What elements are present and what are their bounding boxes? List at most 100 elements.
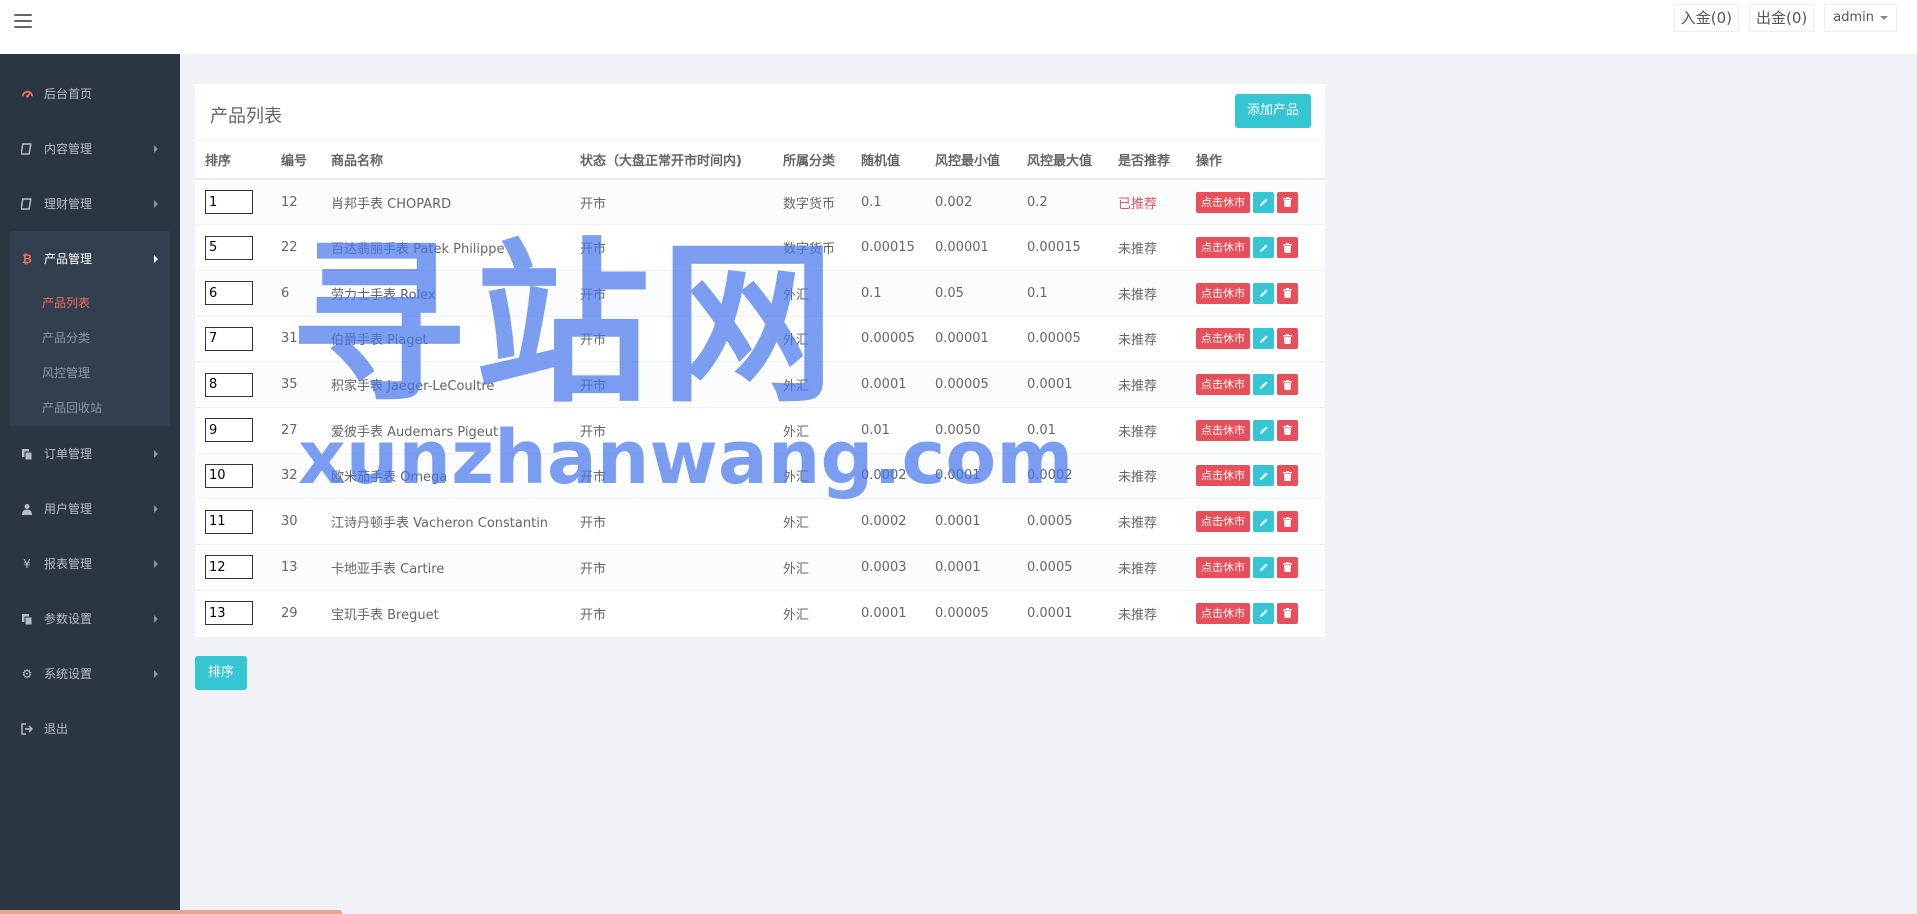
user-menu-button[interactable]: admin	[1824, 4, 1897, 32]
trash-icon[interactable]	[1277, 556, 1298, 578]
deposit-button[interactable]: 入金(0)	[1673, 4, 1740, 32]
withdraw-button[interactable]: 出金(0)	[1749, 4, 1815, 32]
close-market-button[interactable]: 点击休市	[1196, 282, 1250, 304]
risk-max-cell: 0.0002	[1017, 452, 1108, 499]
table-row: 6劳力士手表 Rolex开市外汇0.10.050.1未推荐点击休市	[195, 269, 1325, 317]
sidebar-subitem-product-list[interactable]: 产品列表	[10, 286, 170, 321]
category-cell: 数字货币	[773, 224, 851, 271]
sidebar: 后台首页 内容管理 理财管理 ₿ 产品管理 产品列表 产品分类 风控管理 产品回…	[0, 54, 180, 914]
sidebar-item-label: 参数设置	[44, 612, 93, 626]
trash-icon[interactable]	[1277, 602, 1298, 624]
trash-icon[interactable]	[1277, 282, 1298, 304]
sidebar-item-reports[interactable]: ¥ 报表管理	[0, 536, 180, 591]
dashboard-icon	[20, 87, 34, 101]
table-header-row: 排序 编号 商品名称 状态（大盘正常开市时间内) 所属分类 随机值 风控最小值 …	[195, 141, 1325, 180]
status-cell: 开市	[570, 452, 773, 499]
edit-icon[interactable]	[1253, 237, 1274, 259]
category-cell: 外汇	[773, 452, 851, 499]
bitcoin-icon: ₿	[22, 251, 32, 266]
edit-icon[interactable]	[1253, 419, 1274, 441]
table-row: 12肖邦手表 CHOPARD开市数字货币0.10.0020.2已推荐点击休市	[195, 178, 1325, 225]
trash-icon[interactable]	[1277, 374, 1298, 396]
product-name-cell: 伯爵手表 Piaget	[321, 315, 570, 362]
status-cell: 开市	[570, 406, 773, 454]
sort-order-input[interactable]	[205, 372, 253, 397]
sidebar-item-label: 内容管理	[44, 142, 93, 156]
sidebar-item-dashboard[interactable]: 后台首页	[0, 66, 180, 121]
trash-icon[interactable]	[1277, 419, 1298, 441]
close-market-button[interactable]: 点击休市	[1196, 465, 1250, 487]
actions-cell: 点击休市	[1186, 178, 1325, 225]
edit-icon[interactable]	[1253, 465, 1274, 487]
trash-icon[interactable]	[1277, 465, 1298, 487]
sidebar-subitem-product-category[interactable]: 产品分类	[10, 321, 170, 356]
sidebar-item-logout[interactable]: 退出	[0, 701, 180, 756]
sort-order-input[interactable]	[205, 601, 253, 626]
random-value-cell: 0.0002	[851, 452, 925, 499]
sidebar-item-orders[interactable]: 订单管理	[0, 426, 180, 481]
column-header-category: 所属分类	[773, 141, 851, 180]
actions-cell: 点击休市	[1186, 269, 1325, 317]
top-right-actions: 入金(0) 出金(0) admin	[1673, 4, 1897, 32]
close-market-button[interactable]: 点击休市	[1196, 556, 1250, 578]
edit-icon[interactable]	[1253, 556, 1274, 578]
close-market-button[interactable]: 点击休市	[1196, 374, 1250, 396]
id-cell: 30	[271, 498, 321, 545]
trash-icon[interactable]	[1277, 191, 1298, 213]
sidebar-subitem-product-recycle[interactable]: 产品回收站	[10, 391, 170, 426]
sort-order-input[interactable]	[205, 281, 253, 306]
sidebar-item-content[interactable]: 内容管理	[0, 121, 180, 176]
product-name-cell: 宝玑手表 Breguet	[321, 589, 570, 636]
risk-max-cell: 0.2	[1017, 178, 1108, 225]
gears-icon: ⚙	[21, 666, 33, 681]
random-value-cell: 0.0002	[851, 498, 925, 545]
sidebar-subitem-risk-control[interactable]: 风控管理	[10, 356, 170, 391]
sort-cell	[195, 406, 271, 454]
trash-icon[interactable]	[1277, 511, 1298, 533]
close-market-button[interactable]: 点击休市	[1196, 602, 1250, 624]
edit-icon[interactable]	[1253, 191, 1274, 213]
sidebar-item-products[interactable]: ₿ 产品管理	[10, 231, 170, 286]
sidebar-item-system[interactable]: ⚙ 系统设置	[0, 646, 180, 701]
add-product-button[interactable]: 添加产品	[1234, 94, 1311, 128]
actions-cell: 点击休市	[1186, 224, 1325, 271]
risk-min-cell: 0.0001	[925, 544, 1017, 591]
category-cell: 外汇	[773, 269, 851, 317]
status-cell: 开市	[570, 178, 773, 225]
trash-icon[interactable]	[1277, 237, 1298, 259]
sidebar-item-params[interactable]: 参数设置	[0, 591, 180, 646]
edit-icon[interactable]	[1253, 374, 1274, 396]
sort-order-input[interactable]	[205, 418, 253, 443]
close-market-button[interactable]: 点击休市	[1196, 511, 1250, 533]
sort-cell	[195, 498, 271, 545]
sidebar-item-finance[interactable]: 理财管理	[0, 176, 180, 231]
sort-order-input[interactable]	[205, 555, 253, 580]
random-value-cell: 0.00015	[851, 224, 925, 271]
sidebar-item-users[interactable]: 用户管理	[0, 481, 180, 536]
close-market-button[interactable]: 点击休市	[1196, 419, 1250, 441]
edit-icon[interactable]	[1253, 602, 1274, 624]
edit-icon[interactable]	[1253, 282, 1274, 304]
sort-order-input[interactable]	[205, 235, 253, 260]
sort-order-input[interactable]	[205, 190, 253, 215]
close-market-button[interactable]: 点击休市	[1196, 328, 1250, 350]
product-name-cell: 爱彼手表 Audemars Pigeut	[321, 406, 570, 454]
sort-order-input[interactable]	[205, 463, 253, 488]
sort-order-input[interactable]	[205, 326, 253, 351]
edit-icon[interactable]	[1253, 328, 1274, 350]
sort-button[interactable]: 排序	[195, 656, 248, 690]
risk-min-cell: 0.00005	[925, 589, 1017, 636]
trash-icon[interactable]	[1277, 328, 1298, 350]
sort-order-input[interactable]	[205, 509, 253, 534]
id-cell: 31	[271, 315, 321, 362]
menu-toggle-icon[interactable]	[14, 14, 32, 30]
sidebar-item-label: 理财管理	[44, 197, 93, 211]
edit-icon[interactable]	[1253, 511, 1274, 533]
risk-max-cell: 0.00005	[1017, 315, 1108, 362]
id-cell: 22	[271, 224, 321, 271]
table-row: 35积家手表 Jaeger-LeCoultre开市外汇0.00010.00005…	[195, 361, 1325, 408]
close-market-button[interactable]: 点击休市	[1196, 237, 1250, 259]
sidebar-item-label: 用户管理	[44, 502, 93, 516]
close-market-button[interactable]: 点击休市	[1196, 191, 1250, 213]
risk-min-cell: 0.0001	[925, 498, 1017, 545]
